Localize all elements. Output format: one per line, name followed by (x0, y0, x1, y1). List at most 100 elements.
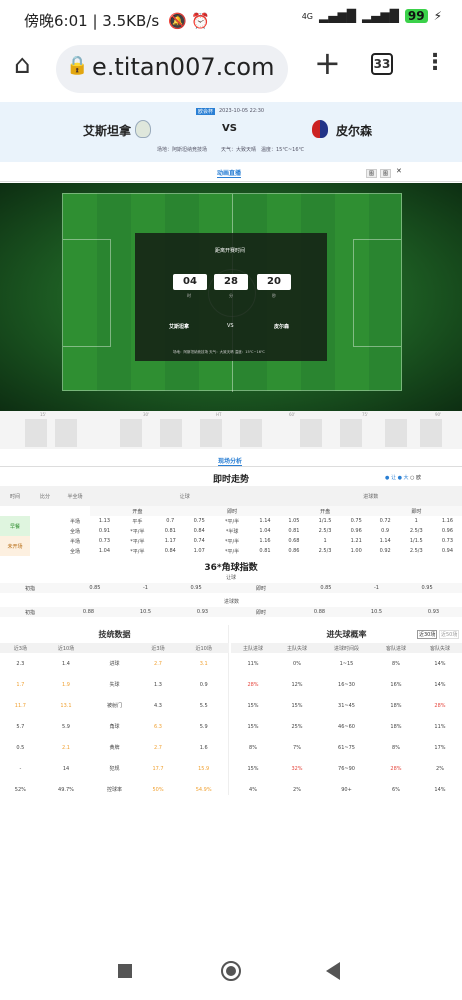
timeline-label: 60' (289, 412, 296, 417)
away-team-name[interactable]: 皮尔森 (336, 122, 372, 139)
cell: 2.3 (16, 660, 25, 667)
back-icon[interactable] (326, 962, 340, 980)
cell: 1.3 (154, 681, 162, 688)
cell: 0.96 (350, 528, 362, 534)
timeline-label: 90' (435, 412, 442, 417)
timeline-cell (240, 419, 262, 447)
cell: 1/1.5 (318, 518, 332, 524)
home-icon[interactable]: ⌂ (14, 50, 31, 80)
cell: 15.9 (198, 765, 210, 772)
cell: 2.5/3 (409, 548, 423, 554)
cell: 0.81 (164, 528, 176, 534)
status-time: 傍晚6:01 (24, 12, 88, 30)
cell: 2.5/3 (318, 548, 332, 554)
cell: 0.75 (193, 518, 205, 524)
cell: 被射门 (106, 703, 122, 709)
cell: 0.95 (421, 585, 433, 591)
close-icon[interactable]: ✕ (396, 167, 402, 175)
last-50-button[interactable]: 近50场 (439, 630, 460, 639)
corner-table-goals: 初指 0.88 10.5 0.93 即时 0.88 10.5 0.93 (0, 607, 462, 617)
battery-icon: 99 (404, 9, 428, 23)
view-toggle-button-1[interactable]: 图 (366, 169, 378, 178)
cell: -1 (373, 585, 379, 591)
table-header-row: 近3场 近10场 近3场 近10场 (0, 643, 229, 653)
away-team-logo-icon[interactable] (312, 120, 328, 138)
cell: 28% (247, 681, 259, 688)
col-header: 时间 (0, 486, 30, 506)
cell: 8% (249, 744, 257, 751)
table-row: 初指 0.88 10.5 0.93 即时 0.88 10.5 0.93 (0, 607, 462, 617)
cell: 2.7 (154, 744, 162, 751)
timeline-label: 15' (40, 412, 47, 417)
cell: 1.4 (62, 660, 70, 667)
cell: 17.7 (152, 765, 164, 772)
cell: 1.9 (62, 681, 70, 688)
filter-goals[interactable]: ● 大 (398, 475, 409, 481)
last-30-button[interactable]: 近30场 (417, 630, 438, 639)
more-menu-icon[interactable]: ⋮ (424, 50, 446, 75)
cell: 0.96 (441, 528, 454, 534)
cell: 15% (247, 702, 259, 709)
col-header: 进球时间段 (319, 643, 374, 653)
table-row: 28% 12% 16~30 16% 14% (231, 674, 462, 695)
cell: 10.5 (370, 609, 383, 615)
new-tab-icon[interactable]: + (314, 44, 341, 82)
cell: 犯规 (109, 766, 120, 772)
tab-switcher-button[interactable]: 33 (371, 53, 393, 75)
cell: 3.1 (199, 660, 208, 667)
tab-animation-live[interactable]: 动画直播 (217, 168, 242, 178)
home-button-dot (226, 966, 236, 976)
cell: 2.7 (154, 660, 162, 667)
tab-live-analysis[interactable]: 现场分析 (218, 456, 243, 466)
timeline-cell (120, 419, 142, 447)
cell: 2% (436, 765, 444, 772)
cell: 32% (291, 765, 303, 772)
countdown-away: 皮尔森 (274, 324, 290, 330)
cell: 6% (392, 786, 400, 793)
timeline-cell (385, 419, 407, 447)
cell: 1.16 (441, 518, 454, 524)
cell: 1.00 (350, 548, 362, 554)
cell: 2.5/3 (409, 528, 423, 534)
cell: 14 (62, 765, 70, 772)
cell: 即时 (255, 585, 266, 592)
col-header: 客队失球 (417, 643, 462, 653)
timeline-cell (340, 419, 362, 447)
countdown-hours: 04 (173, 274, 207, 290)
cell: 0.75 (350, 518, 362, 524)
cell: 0.84 (164, 548, 176, 554)
status-right: 4G ▂▄▆█ ▂▄▆█ 99 ⚡ (302, 9, 442, 23)
home-team-name[interactable]: 艾斯坦拿 (83, 122, 131, 139)
recent-apps-icon[interactable] (118, 964, 132, 978)
view-toggle-button-2[interactable]: 图 (380, 169, 392, 178)
tech-title: 技统数据 (98, 630, 131, 639)
cell: 0.95 (190, 585, 202, 591)
row-label-not-started: 未开场 (0, 536, 30, 556)
col-header: 客队进球 (373, 643, 418, 653)
cell: 1.07 (193, 548, 205, 554)
cell: 1.13 (98, 518, 111, 524)
filter-handicap[interactable]: ● 让 (385, 475, 396, 481)
timeline-label: HT (216, 412, 222, 417)
home-team-logo-icon[interactable] (135, 120, 151, 138)
filter-europe[interactable]: ○ 欧 (410, 475, 421, 481)
cell: 0.94 (441, 548, 454, 554)
cell: 54.9% (195, 786, 212, 793)
cell: 52% (14, 786, 26, 793)
cell: 49.7% (58, 786, 74, 793)
cell: 1.6 (199, 744, 208, 751)
table-header-row: 时间 比分 半全场 让球 进球数 (0, 486, 462, 506)
cell: 10.5 (139, 609, 152, 615)
vs-label: VS (222, 123, 237, 134)
timeline-cell (25, 419, 47, 447)
cell: 0.93 (196, 609, 209, 615)
sub-header: 即时 (370, 506, 462, 516)
col-header: 近3场 (137, 643, 179, 653)
cell: 8% (392, 660, 400, 667)
cell: 7% (293, 744, 301, 751)
col-header (91, 643, 138, 653)
table-row: 15% 15% 31~45 18% 28% (231, 695, 462, 716)
tech-table: 近3场 近10场 近3场 近10场 2.3 1.4 进球 2.7 3.1 1.7… (0, 643, 229, 800)
url-text[interactable]: e.titan007.com (92, 53, 275, 81)
cell: *平/半 (130, 538, 145, 545)
